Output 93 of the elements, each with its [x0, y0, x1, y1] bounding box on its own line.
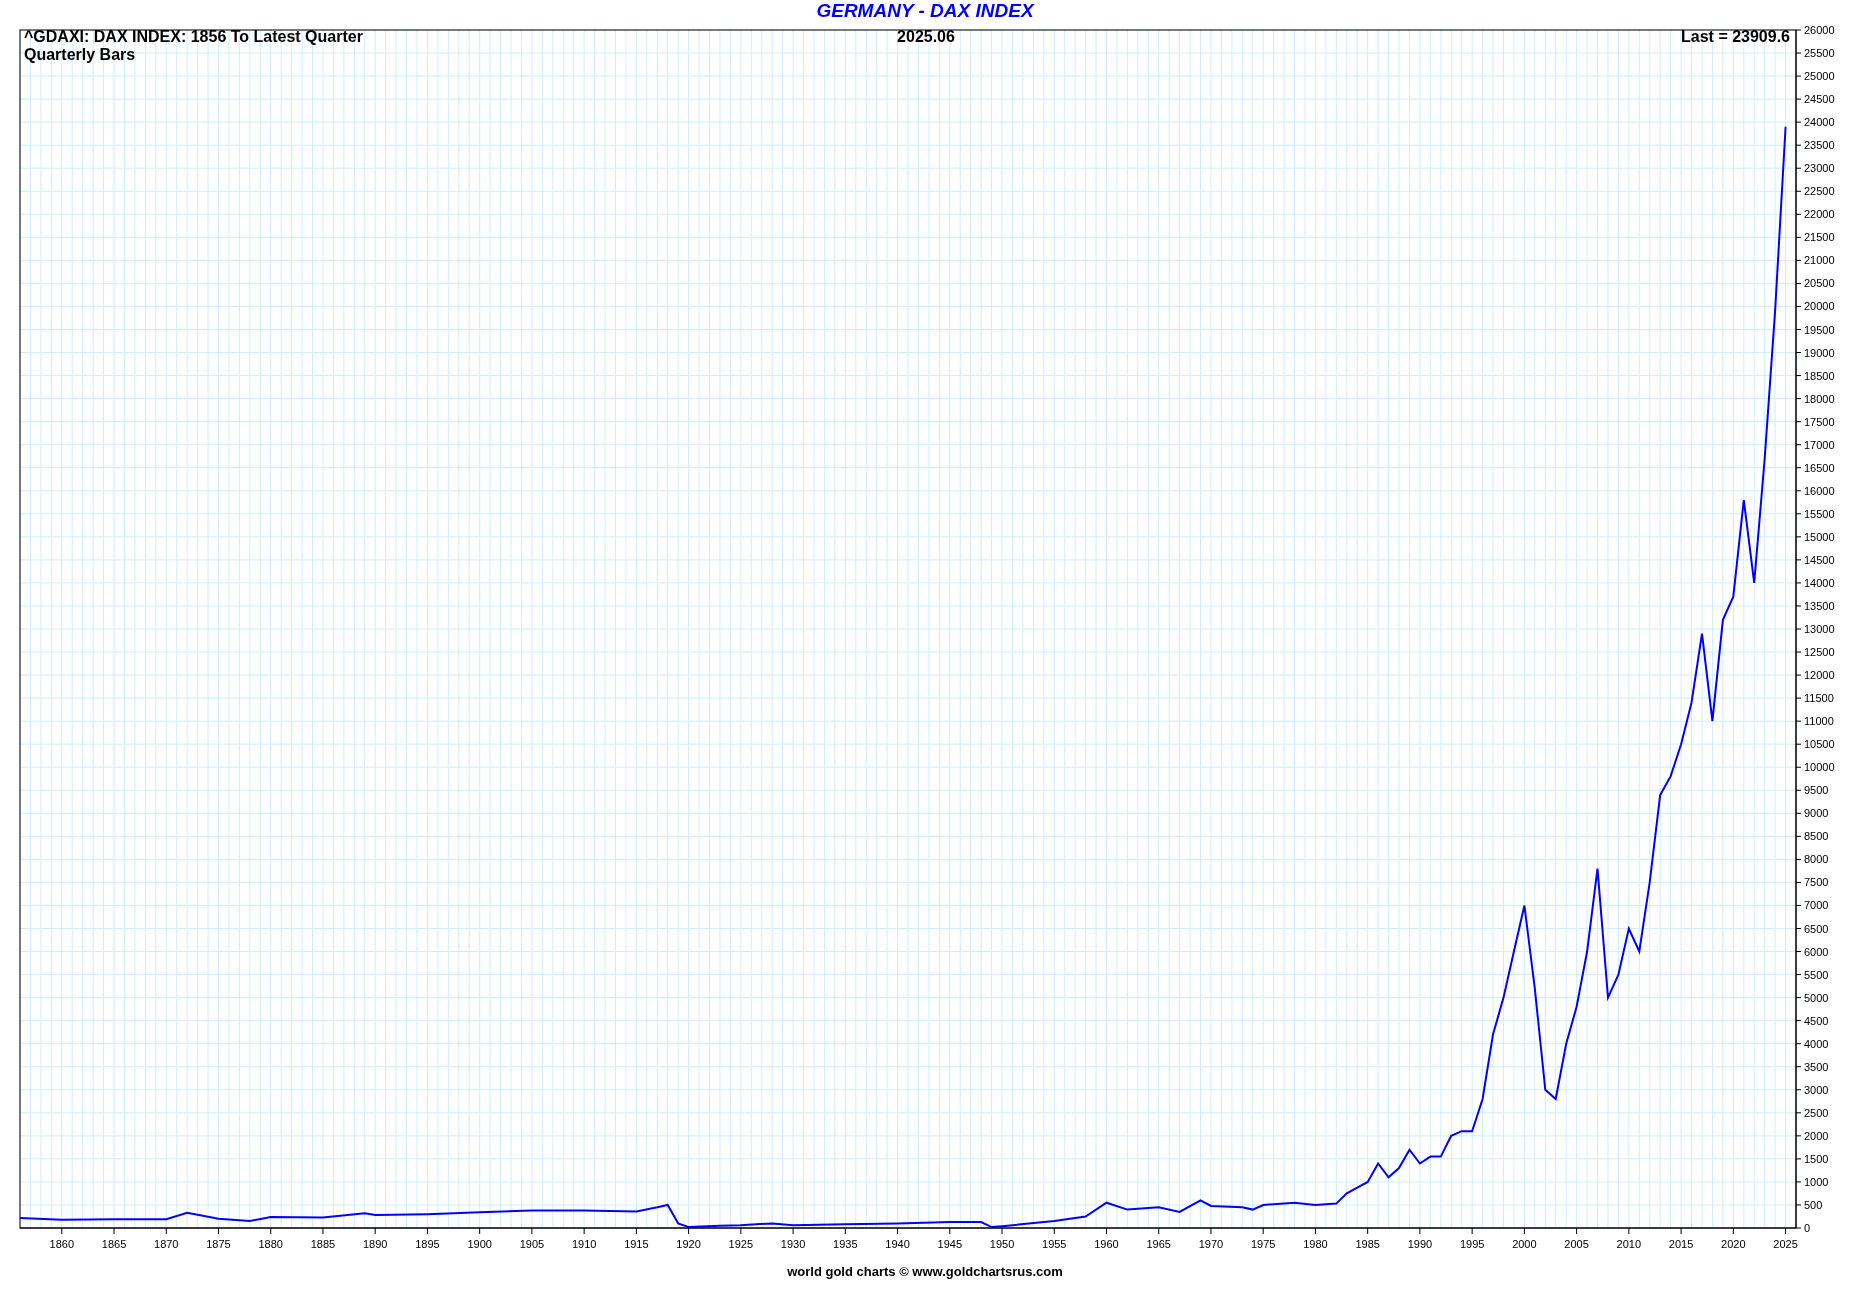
- x-tick-label: 1960: [1094, 1238, 1119, 1250]
- x-tick-label: 1890: [362, 1238, 388, 1250]
- y-tick-label: 10000: [1804, 761, 1835, 774]
- y-tick-label: 16500: [1804, 461, 1835, 474]
- y-tick-label: 12500: [1804, 646, 1835, 659]
- y-tick-label: 500: [1804, 1198, 1823, 1211]
- y-tick-label: 21500: [1804, 231, 1835, 244]
- x-tick-label: 1860: [49, 1238, 75, 1250]
- y-tick-label: 11000: [1804, 715, 1834, 728]
- x-tick-label: 2000: [1512, 1238, 1537, 1250]
- x-tick-label: 2005: [1564, 1238, 1589, 1250]
- x-tick-label: 1950: [989, 1238, 1015, 1250]
- y-tick-label: 6500: [1804, 922, 1829, 935]
- y-tick-label: 7500: [1804, 876, 1829, 889]
- y-tick-label: 25500: [1804, 47, 1835, 60]
- y-tick-label: 7000: [1804, 899, 1829, 912]
- y-tick-label: 6000: [1804, 945, 1829, 958]
- y-tick-label: 3000: [1804, 1083, 1829, 1096]
- y-tick-label: 13500: [1804, 599, 1835, 612]
- x-tick-label: 2025: [1773, 1238, 1798, 1250]
- x-tick-label: 1880: [258, 1238, 283, 1250]
- y-tick-label: 5000: [1804, 991, 1829, 1004]
- y-tick-label: 1000: [1804, 1175, 1829, 1188]
- x-tick-label: 1930: [780, 1238, 806, 1250]
- y-tick-label: 13000: [1804, 623, 1835, 635]
- x-tick-label: 1900: [467, 1238, 492, 1250]
- chart-subheading: Quarterly Bars: [24, 46, 136, 63]
- y-tick-label: 16000: [1804, 484, 1835, 497]
- x-tick-label: 1990: [1407, 1238, 1433, 1250]
- x-tick-label: 1910: [571, 1238, 597, 1250]
- y-tick-label: 20500: [1804, 277, 1835, 290]
- y-tick-label: 17000: [1804, 438, 1835, 451]
- x-tick-label: 1870: [154, 1238, 179, 1250]
- y-tick-label: 8000: [1804, 853, 1829, 866]
- y-tick-label: 25000: [1804, 70, 1835, 83]
- y-tick-label: 22000: [1804, 208, 1835, 221]
- chart-heading: ^GDAXI: DAX INDEX: 1856 To Latest Quarter: [24, 28, 363, 45]
- x-tick-label: 1935: [833, 1238, 858, 1250]
- y-tick-label: 11500: [1804, 692, 1834, 705]
- chart-date: 2025.06: [897, 28, 955, 45]
- x-tick-label: 2020: [1721, 1238, 1746, 1250]
- x-tick-label: 1975: [1250, 1238, 1276, 1250]
- x-tick-label: 2010: [1616, 1238, 1642, 1250]
- x-tick-label: 1905: [519, 1238, 545, 1250]
- x-tick-label: 1985: [1355, 1238, 1380, 1250]
- x-tick-label: 1945: [937, 1238, 963, 1250]
- y-tick-label: 20000: [1804, 300, 1835, 313]
- x-tick-label: 2015: [1668, 1238, 1694, 1250]
- x-tick-label: 1920: [676, 1238, 701, 1250]
- y-tick-label: 24000: [1804, 116, 1835, 129]
- chart-title: GERMANY - DAX INDEX: [816, 0, 1034, 21]
- x-tick-label: 1915: [624, 1238, 649, 1250]
- y-tick-label: 23000: [1804, 162, 1835, 175]
- y-tick-label: 1500: [1804, 1152, 1829, 1165]
- y-tick-label: 21000: [1804, 254, 1835, 267]
- x-tick-label: 1955: [1042, 1238, 1067, 1250]
- y-tick-label: 3500: [1804, 1060, 1829, 1073]
- x-tick-label: 1885: [310, 1238, 336, 1250]
- y-tick-label: 9000: [1804, 807, 1829, 820]
- y-tick-label: 0: [1804, 1222, 1811, 1234]
- y-tick-label: 19000: [1804, 346, 1835, 359]
- last-value: Last = 23909.6: [1681, 28, 1790, 45]
- y-tick-label: 19500: [1804, 323, 1835, 336]
- y-tick-label: 14500: [1804, 553, 1835, 566]
- y-tick-label: 4500: [1804, 1014, 1829, 1027]
- y-tick-label: 18000: [1804, 392, 1835, 405]
- x-tick-label: 1875: [206, 1238, 231, 1250]
- x-tick-label: 1995: [1459, 1238, 1485, 1250]
- y-tick-label: 4000: [1804, 1037, 1829, 1050]
- y-tick-label: 24500: [1804, 93, 1835, 106]
- y-tick-label: 22500: [1804, 185, 1835, 198]
- y-tick-label: 26000: [1804, 24, 1835, 36]
- x-tick-label: 1865: [101, 1238, 127, 1250]
- y-tick-label: 17500: [1804, 415, 1835, 428]
- x-tick-label: 1970: [1198, 1238, 1224, 1250]
- y-tick-label: 23500: [1804, 139, 1835, 152]
- footer-credit: world gold charts © www.goldchartsrus.com: [787, 1264, 1063, 1279]
- x-tick-label: 1965: [1146, 1238, 1171, 1250]
- y-tick-label: 14000: [1804, 576, 1835, 589]
- y-tick-label: 9500: [1804, 784, 1829, 797]
- y-tick-label: 15000: [1804, 530, 1835, 543]
- y-tick-label: 5500: [1804, 968, 1829, 981]
- x-tick-label: 1925: [728, 1238, 754, 1250]
- y-tick-label: 18500: [1804, 369, 1835, 382]
- y-tick-label: 8500: [1804, 830, 1829, 843]
- x-tick-label: 1940: [885, 1238, 910, 1250]
- x-tick-label: 1895: [415, 1238, 440, 1250]
- x-tick-label: 1980: [1303, 1238, 1328, 1250]
- y-tick-label: 2000: [1804, 1129, 1829, 1142]
- y-tick-label: 2500: [1804, 1106, 1829, 1119]
- y-tick-label: 15500: [1804, 507, 1835, 520]
- y-tick-label: 12000: [1804, 669, 1835, 682]
- y-tick-label: 10500: [1804, 738, 1835, 751]
